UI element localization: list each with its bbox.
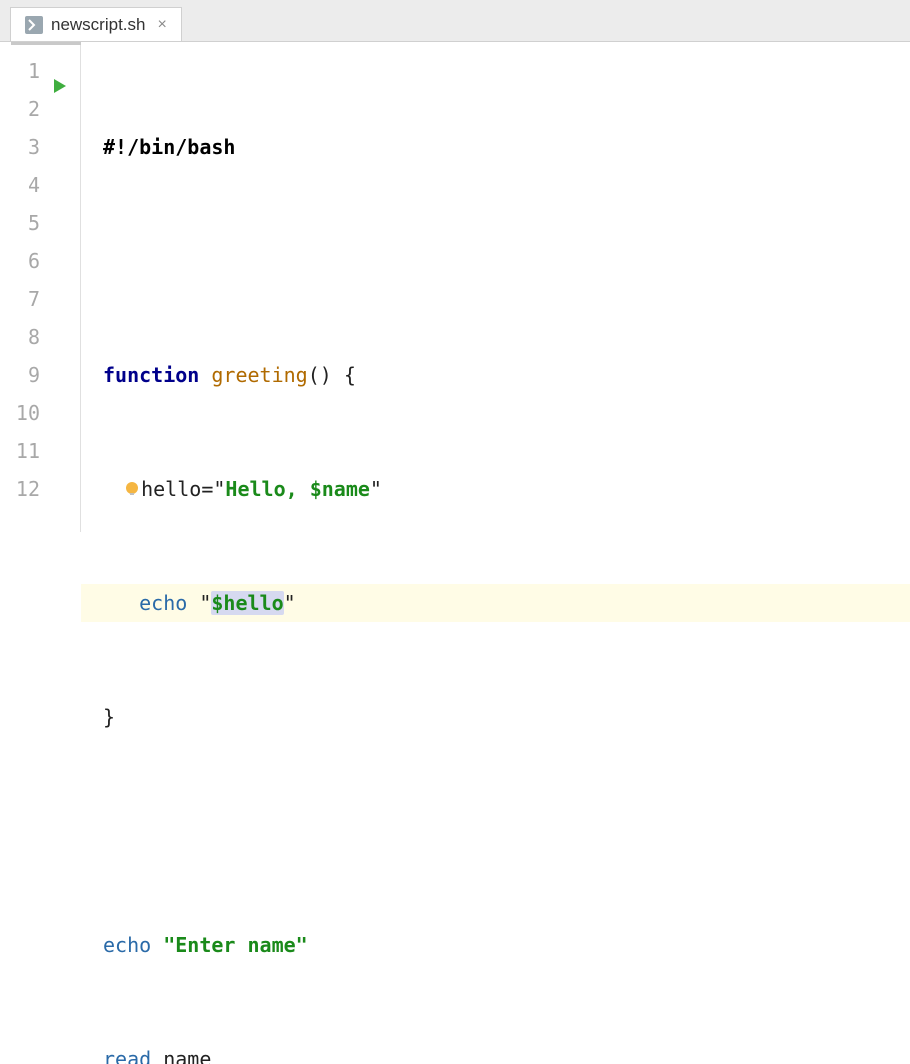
string: Hello, — [225, 477, 309, 501]
code-line-current[interactable]: echo "$hello" — [81, 584, 910, 622]
shell-file-icon — [25, 16, 43, 34]
close-icon[interactable]: × — [157, 17, 166, 33]
code-line[interactable]: hello="Hello, $name" — [103, 470, 910, 508]
line-number[interactable]: 5 — [0, 204, 40, 242]
line-number[interactable]: 8 — [0, 318, 40, 356]
code-line[interactable] — [103, 242, 910, 280]
var-name: name — [163, 1047, 211, 1064]
line-number[interactable]: 10 — [0, 394, 40, 432]
gutter: 1 2 3 4 5 6 7 8 9 10 11 12 — [0, 42, 81, 532]
line-number[interactable]: 9 — [0, 356, 40, 394]
line-number[interactable]: 2 — [0, 90, 40, 128]
code-line[interactable]: read name — [103, 1040, 910, 1064]
code-area[interactable]: #!/bin/bash function greeting() { hello=… — [81, 42, 910, 532]
lightbulb-icon[interactable] — [123, 472, 141, 510]
run-gutter — [46, 52, 80, 532]
tab-filename: newscript.sh — [51, 15, 145, 35]
line-number[interactable]: 1 — [0, 52, 40, 90]
code-line[interactable]: echo "Enter name" — [103, 926, 910, 964]
code-line[interactable]: } — [103, 698, 910, 736]
function-name: greeting — [211, 363, 307, 387]
punct: =" — [201, 477, 225, 501]
line-numbers: 1 2 3 4 5 6 7 8 9 10 11 12 — [0, 52, 46, 532]
string-var: $name — [310, 477, 370, 501]
string-var-selected: $hello — [211, 591, 283, 615]
line-number[interactable]: 3 — [0, 128, 40, 166]
string: "Enter name" — [163, 933, 308, 957]
keyword-function: function — [103, 363, 199, 387]
line-number[interactable]: 12 — [0, 470, 40, 508]
code-editor[interactable]: 1 2 3 4 5 6 7 8 9 10 11 12 #!/bin/bash f… — [0, 42, 910, 532]
code-line[interactable]: #!/bin/bash — [103, 128, 910, 166]
run-icon[interactable] — [52, 68, 68, 106]
line-number[interactable]: 7 — [0, 280, 40, 318]
code-line[interactable] — [103, 812, 910, 850]
line-number[interactable]: 4 — [0, 166, 40, 204]
shebang: #!/bin/bash — [103, 135, 235, 159]
punct: " — [199, 591, 211, 615]
command-echo: echo — [103, 933, 151, 957]
punct: () { — [308, 363, 356, 387]
code-line[interactable]: function greeting() { — [103, 356, 910, 394]
command-echo: echo — [139, 591, 187, 615]
line-number[interactable]: 6 — [0, 242, 40, 280]
brace: } — [103, 705, 115, 729]
var-name: hello — [141, 477, 201, 501]
command-read: read — [103, 1047, 151, 1064]
tab-bar: newscript.sh × — [0, 0, 910, 42]
punct: " — [284, 591, 296, 615]
file-tab[interactable]: newscript.sh × — [10, 7, 182, 41]
punct: " — [370, 477, 382, 501]
line-number[interactable]: 11 — [0, 432, 40, 470]
